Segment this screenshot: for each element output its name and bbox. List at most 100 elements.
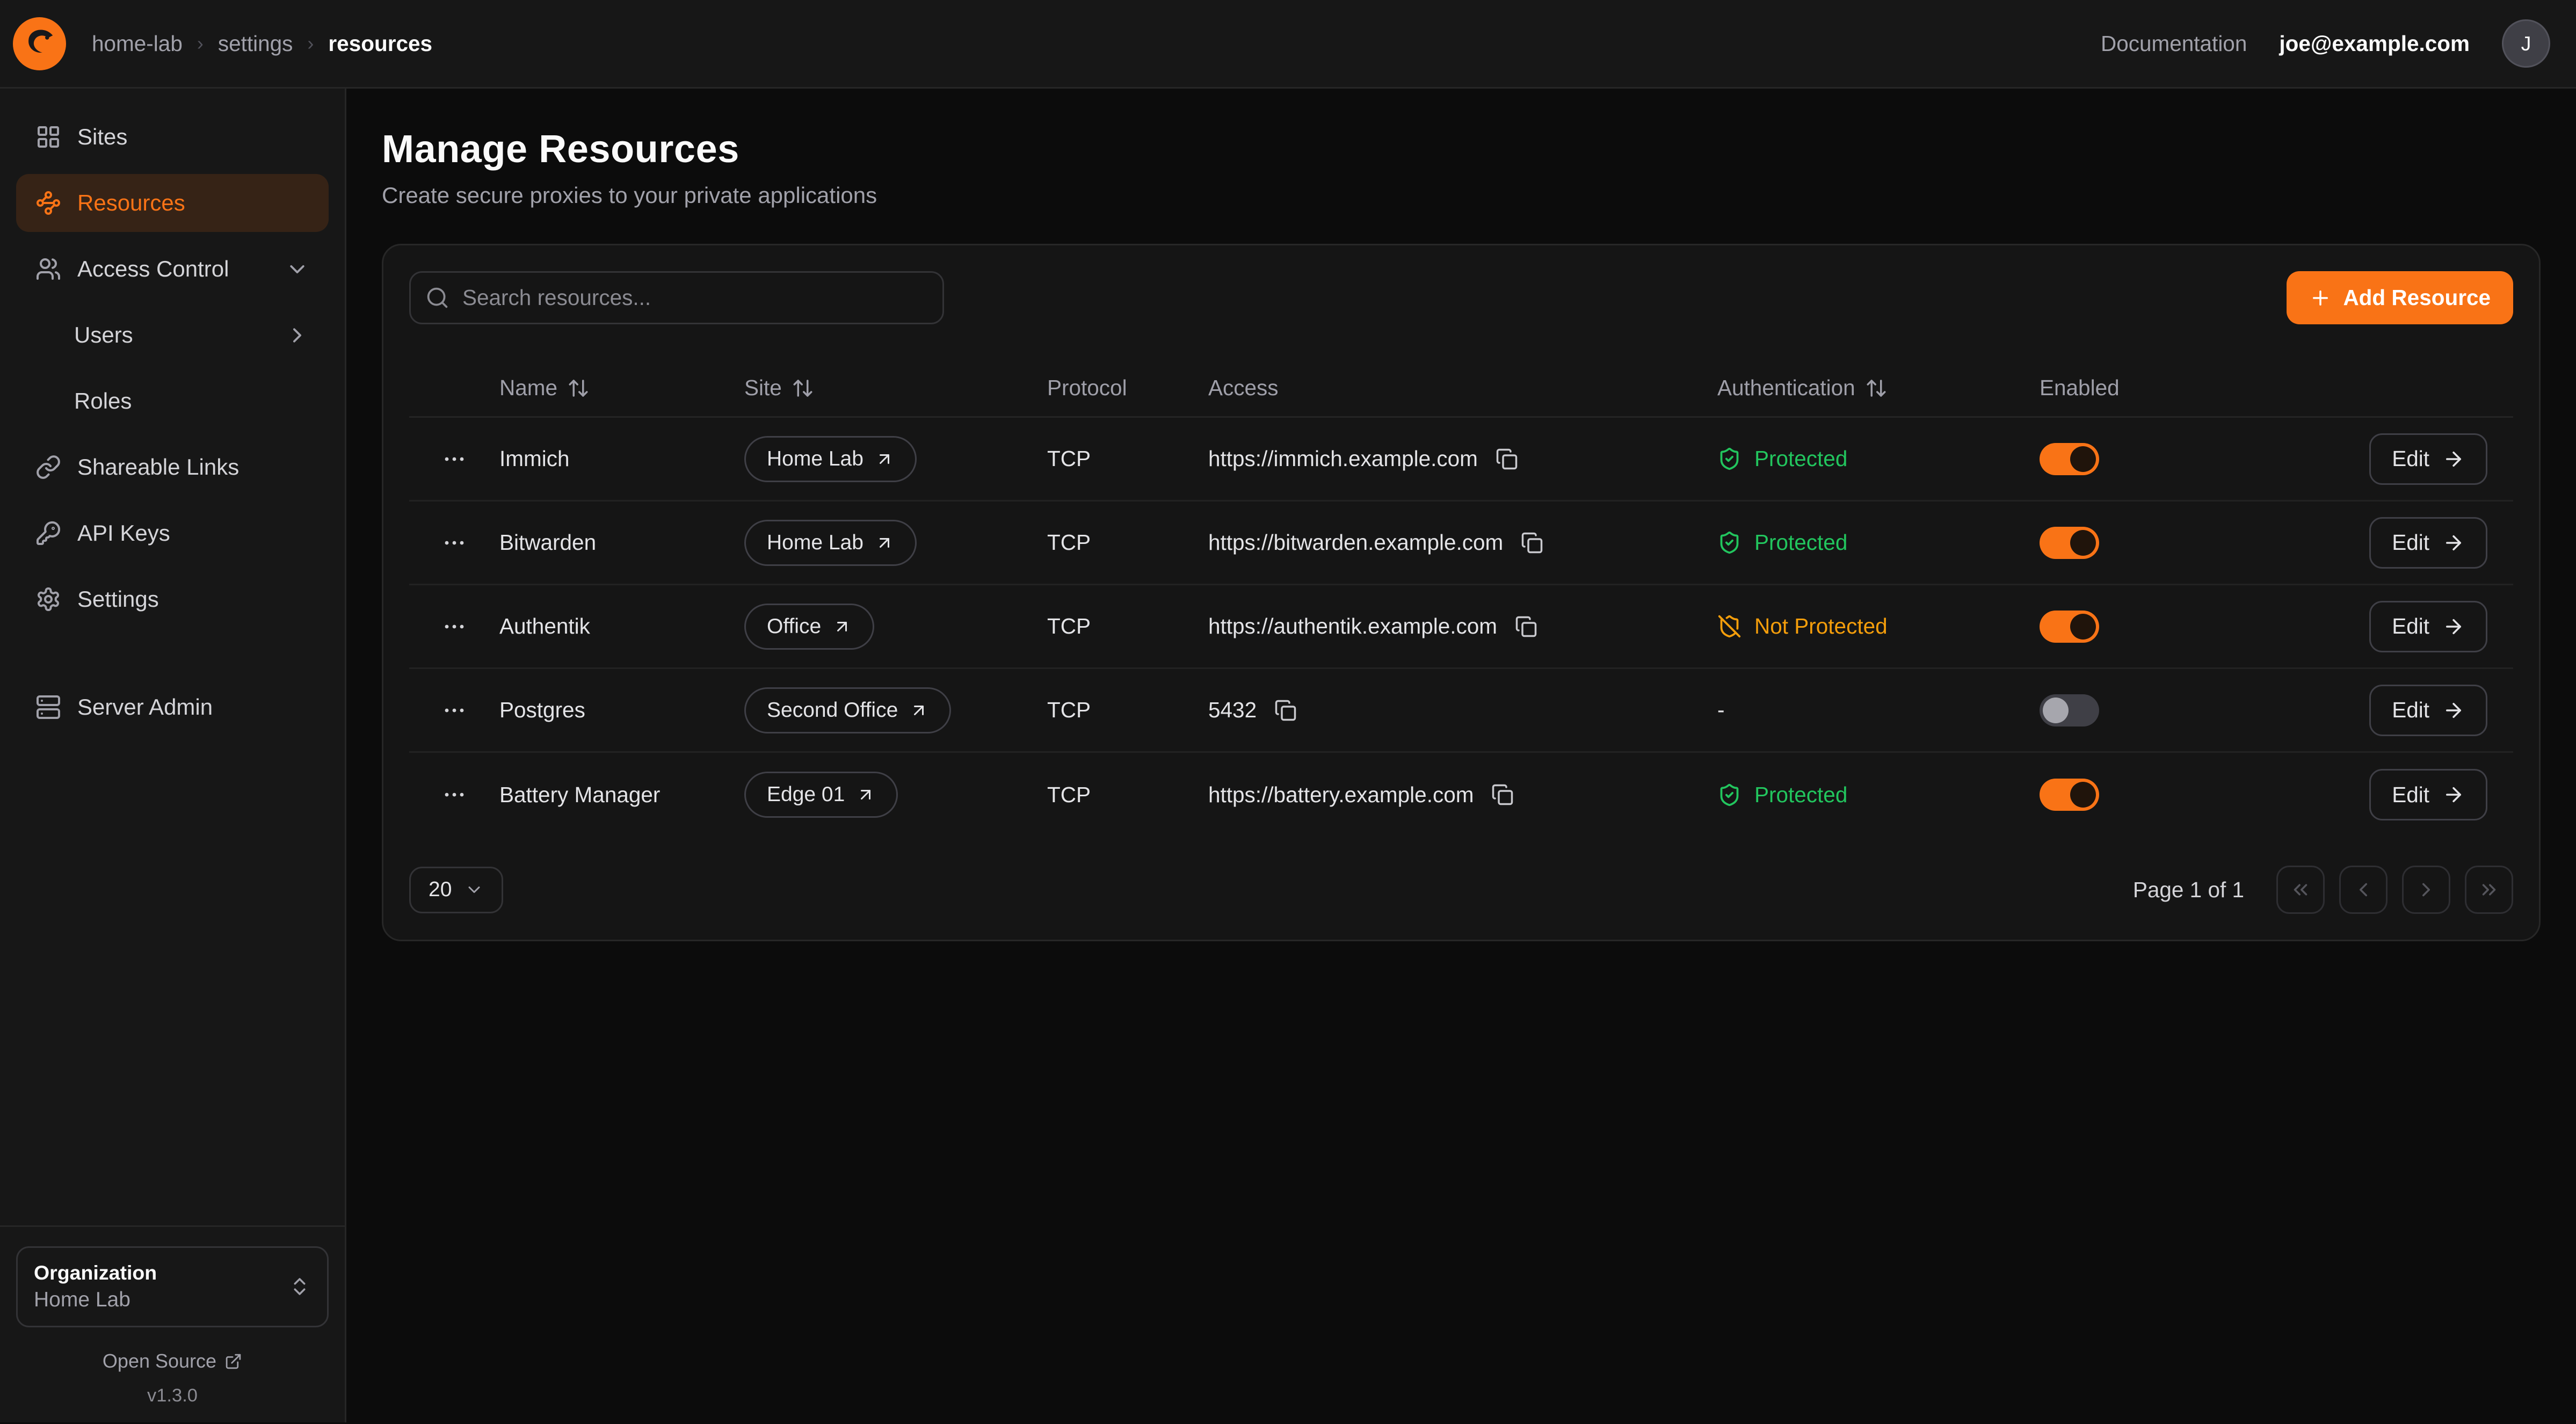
sidebar-item-settings[interactable]: Settings: [16, 570, 329, 628]
add-resource-label: Add Resource: [2343, 285, 2491, 310]
enabled-toggle[interactable]: [2040, 443, 2099, 475]
sidebar-item-access-control[interactable]: Access Control: [16, 240, 329, 298]
documentation-link[interactable]: Documentation: [2101, 31, 2247, 56]
site-link-button[interactable]: Second Office: [744, 687, 951, 733]
table-row: Authentik Office TCP https://authentik.e…: [409, 585, 2513, 669]
copy-icon: [1521, 532, 1543, 554]
arrow-up-right-icon: [909, 701, 928, 720]
toggle-thumb: [2070, 446, 2096, 472]
arrow-right-icon: [2442, 615, 2465, 638]
authentication-status: Protected: [1717, 530, 2040, 555]
column-header-site: Site: [744, 375, 1047, 401]
open-source-label: Open Source: [103, 1350, 216, 1372]
table-row: Bitwarden Home Lab TCP https://bitwarden…: [409, 502, 2513, 585]
site-link-button[interactable]: Home Lab: [744, 520, 917, 566]
last-page-button[interactable]: [2465, 866, 2513, 914]
sort-icon[interactable]: [567, 377, 590, 399]
copy-button[interactable]: [1488, 780, 1517, 809]
site-link-button[interactable]: Office: [744, 604, 874, 650]
sort-icon[interactable]: [1865, 377, 1888, 399]
ellipsis-icon: [441, 782, 467, 808]
enabled-toggle[interactable]: [2040, 694, 2099, 726]
copy-icon: [1496, 448, 1518, 470]
sidebar-item-roles[interactable]: Roles: [16, 372, 329, 430]
ellipsis-icon: [441, 446, 467, 472]
resource-access-url: https://bitwarden.example.com: [1208, 530, 1503, 555]
site-link-button[interactable]: Home Lab: [744, 436, 917, 482]
user-email[interactable]: joe@example.com: [2279, 31, 2470, 56]
chevron-left-icon: [2352, 878, 2375, 901]
link-icon: [35, 454, 61, 480]
resource-name: Battery Manager: [499, 782, 744, 808]
page-size-select[interactable]: 20: [409, 867, 503, 913]
enabled-toggle[interactable]: [2040, 527, 2099, 559]
sort-icon[interactable]: [792, 377, 814, 399]
app-logo-icon[interactable]: [13, 17, 66, 70]
enabled-toggle[interactable]: [2040, 779, 2099, 811]
toggle-thumb: [2043, 698, 2069, 723]
first-page-button[interactable]: [2276, 866, 2325, 914]
previous-page-button[interactable]: [2339, 866, 2388, 914]
authentication-status: Protected: [1717, 446, 2040, 471]
breadcrumb-settings[interactable]: settings: [218, 31, 293, 56]
organization-selector[interactable]: Organization Home Lab: [16, 1246, 329, 1327]
sidebar-item-server-admin[interactable]: Server Admin: [16, 678, 329, 736]
sidebar-item-api-keys[interactable]: API Keys: [16, 504, 329, 562]
page-title: Manage Resources: [382, 127, 2541, 171]
resource-name: Bitwarden: [499, 530, 744, 555]
resources-table: Name Site Protocol Access Authentication…: [409, 360, 2513, 837]
breadcrumb-home-lab[interactable]: home-lab: [92, 31, 183, 56]
breadcrumb: home-lab › settings › resources: [92, 31, 432, 56]
column-header-authentication: Authentication: [1717, 375, 2040, 401]
sidebar-divider: [0, 1225, 345, 1227]
chevron-down-icon: [465, 880, 484, 899]
arrow-up-right-icon: [856, 785, 875, 804]
sidebar-item-resources[interactable]: Resources: [16, 174, 329, 232]
edit-button[interactable]: Edit: [2369, 601, 2487, 652]
row-menu-button[interactable]: [435, 775, 474, 814]
waypoints-icon: [35, 190, 61, 216]
resource-access-port: 5432: [1208, 698, 1257, 723]
table-row: Battery Manager Edge 01 TCP https://batt…: [409, 753, 2513, 837]
next-page-button[interactable]: [2402, 866, 2450, 914]
breadcrumb-resources[interactable]: resources: [328, 31, 432, 56]
page-info: Page 1 of 1: [2133, 877, 2244, 903]
add-resource-button[interactable]: Add Resource: [2287, 271, 2513, 324]
row-menu-button[interactable]: [435, 607, 474, 646]
edit-button[interactable]: Edit: [2369, 517, 2487, 569]
resource-access-url: https://immich.example.com: [1208, 446, 1478, 471]
row-menu-button[interactable]: [435, 440, 474, 478]
grid-icon: [35, 124, 61, 150]
copy-button[interactable]: [1271, 696, 1300, 725]
gear-icon: [35, 586, 61, 612]
arrow-up-right-icon: [875, 449, 894, 469]
copy-button[interactable]: [1512, 612, 1541, 641]
copy-button[interactable]: [1492, 445, 1521, 474]
row-menu-button[interactable]: [435, 691, 474, 730]
avatar[interactable]: J: [2502, 19, 2550, 68]
sidebar-item-shareable-links[interactable]: Shareable Links: [16, 438, 329, 496]
sidebar: Sites Resources Access Control Users Rol…: [0, 89, 346, 1422]
row-menu-button[interactable]: [435, 524, 474, 562]
search-input[interactable]: [409, 271, 944, 324]
edit-button[interactable]: Edit: [2369, 433, 2487, 485]
sidebar-item-label: Access Control: [77, 256, 229, 282]
authentication-status: Protected: [1717, 782, 2040, 808]
sidebar-item-sites[interactable]: Sites: [16, 108, 329, 166]
shield-off-icon: [1717, 614, 1741, 638]
sidebar-item-users[interactable]: Users: [16, 306, 329, 364]
copy-button[interactable]: [1518, 528, 1547, 557]
enabled-toggle[interactable]: [2040, 611, 2099, 643]
sidebar-item-label: API Keys: [77, 520, 170, 546]
authentication-status: Not Protected: [1717, 614, 2040, 639]
resource-protocol: TCP: [1047, 698, 1208, 723]
chevrons-right-icon: [2478, 878, 2500, 901]
chevron-right-icon: [285, 323, 309, 347]
open-source-link[interactable]: Open Source: [16, 1350, 329, 1372]
resource-protocol: TCP: [1047, 446, 1208, 471]
resource-access-url: https://battery.example.com: [1208, 782, 1474, 808]
resource-name: Immich: [499, 446, 744, 471]
edit-button[interactable]: Edit: [2369, 769, 2487, 820]
site-link-button[interactable]: Edge 01: [744, 772, 898, 818]
edit-button[interactable]: Edit: [2369, 685, 2487, 736]
